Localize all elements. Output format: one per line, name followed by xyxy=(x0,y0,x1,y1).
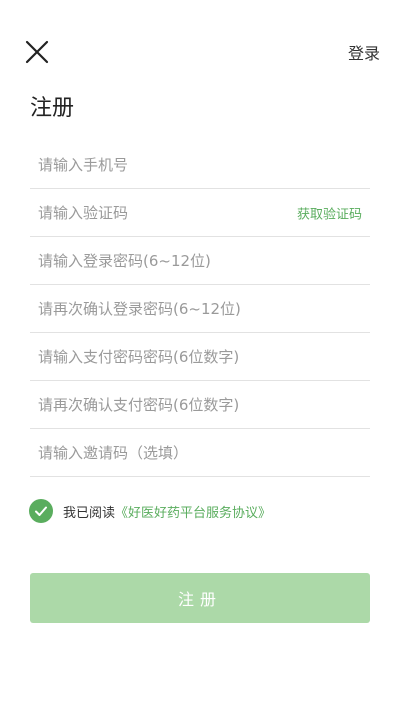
register-form: 获取验证码 xyxy=(30,141,370,477)
register-button[interactable]: 注册 xyxy=(30,573,370,623)
checkmark-icon xyxy=(35,506,47,516)
phone-input[interactable] xyxy=(30,141,370,188)
close-icon xyxy=(25,40,49,64)
agreement-prefix: 我已阅读 xyxy=(63,505,116,521)
pay-password-input[interactable] xyxy=(30,333,370,380)
get-code-button[interactable]: 获取验证码 xyxy=(297,203,362,222)
agreement-link[interactable]: 《好医好药平台服务协议》 xyxy=(115,502,271,521)
agreement-checkbox[interactable] xyxy=(29,499,53,523)
close-button[interactable] xyxy=(22,37,52,67)
page-title: 注册 xyxy=(30,96,75,121)
password-confirm-field-row xyxy=(30,285,370,333)
pay-password-confirm-field-row xyxy=(30,381,370,429)
invite-field-row xyxy=(30,429,370,477)
login-password-input[interactable] xyxy=(30,237,370,284)
password-field-row xyxy=(30,237,370,285)
phone-field-row xyxy=(30,141,370,189)
top-bar: 登录 xyxy=(0,0,400,100)
login-link[interactable]: 登录 xyxy=(348,40,380,64)
login-password-confirm-input[interactable] xyxy=(30,285,370,332)
code-field-row: 获取验证码 xyxy=(30,189,370,237)
pay-password-field-row xyxy=(30,333,370,381)
invite-code-input[interactable] xyxy=(30,429,370,476)
agreement-row: 我已阅读 《好医好药平台服务协议》 xyxy=(29,499,271,523)
pay-password-confirm-input[interactable] xyxy=(30,381,370,428)
